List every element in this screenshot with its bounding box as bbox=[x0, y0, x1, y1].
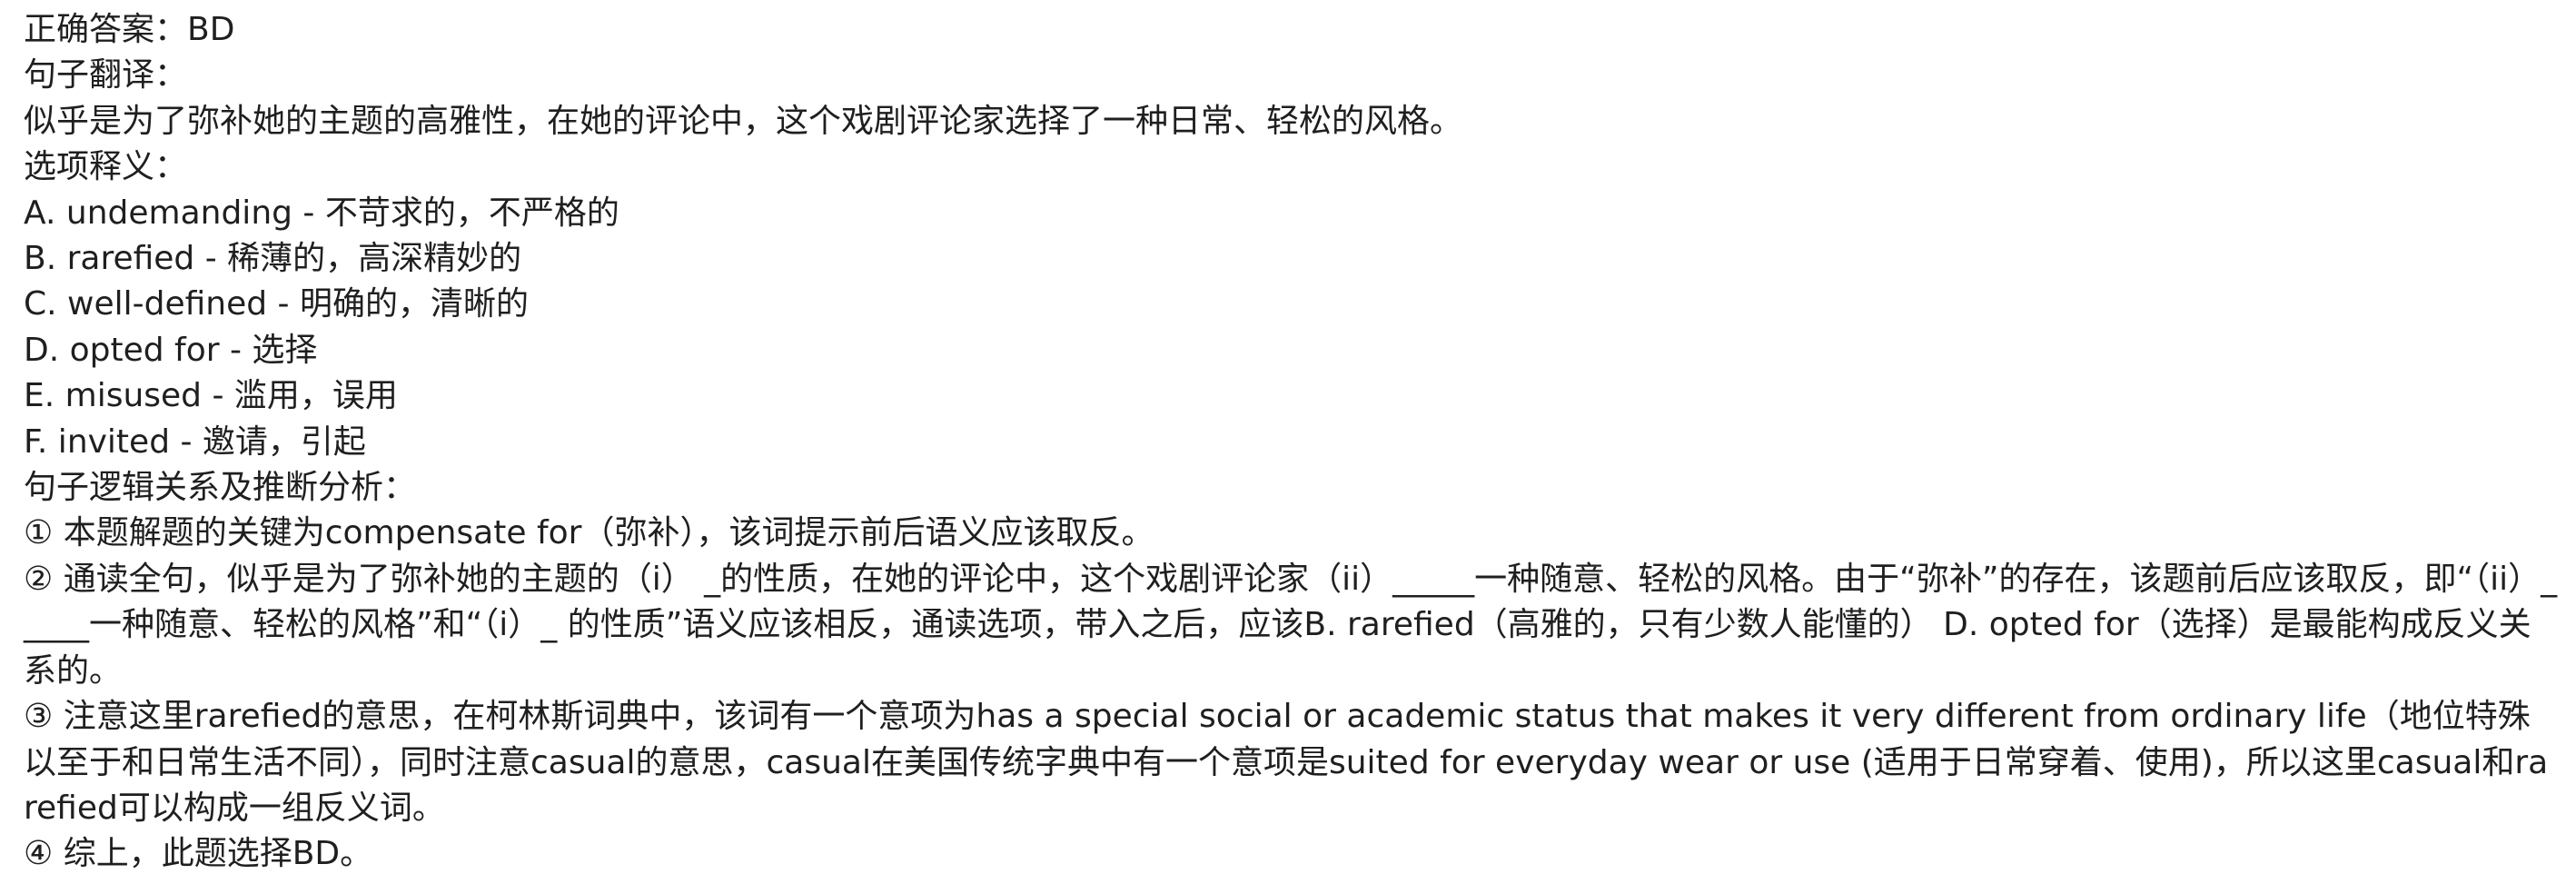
correct-answer-label: 正确答案： bbox=[24, 11, 188, 48]
option-c: C. well-defined - 明确的，清晰的 bbox=[24, 285, 529, 323]
analysis-heading: 句子逻辑关系及推断分析： bbox=[24, 469, 417, 507]
option-d: D. opted for - 选择 bbox=[24, 331, 318, 369]
analysis-point-2: ② 通读全句，似乎是为了弥补她的主题的（i） _的性质，在她的评论中，这个戏剧评… bbox=[24, 560, 2558, 690]
option-a: A. undemanding - 不苛求的，不严格的 bbox=[24, 194, 619, 232]
option-e: E. misused - 滥用，误用 bbox=[24, 377, 398, 415]
option-b: B. rarefied - 稀薄的，高深精妙的 bbox=[24, 240, 522, 278]
correct-answer-value: BD bbox=[187, 11, 235, 48]
analysis-point-3: ③ 注意这里rarefied的意思，在柯林斯词典中，该词有一个意项为has a … bbox=[24, 698, 2549, 827]
translation-heading: 句子翻译： bbox=[24, 56, 188, 94]
options-heading: 选项释义： bbox=[24, 148, 188, 186]
translation-text: 似乎是为了弥补她的主题的高雅性，在她的评论中，这个戏剧评论家选择了一种日常、轻松… bbox=[24, 102, 1463, 140]
explanation-document: 正确答案：BD 句子翻译： 似乎是为了弥补她的主题的高雅性，在她的评论中，这个戏… bbox=[0, 0, 2576, 894]
analysis-point-1: ① 本题解题的关键为compensate for（弥补），该词提示前后语义应该取… bbox=[24, 514, 1154, 552]
analysis-point-4: ④ 综上，此题选择BD。 bbox=[24, 835, 373, 873]
correct-answer-line: 正确答案：BD bbox=[24, 7, 2576, 53]
option-f: F. invited - 邀请，引起 bbox=[24, 422, 366, 461]
